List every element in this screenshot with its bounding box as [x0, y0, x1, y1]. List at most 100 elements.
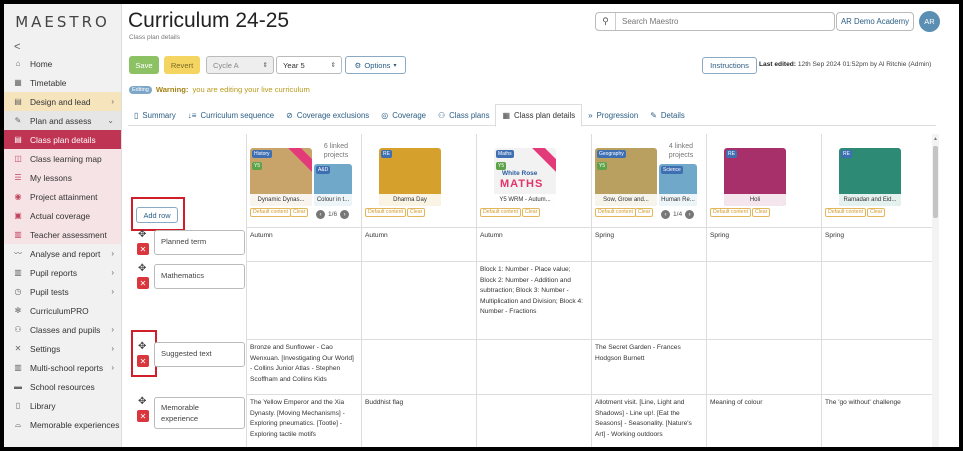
sidebar-item-pupil-reports[interactable]: ▥ Pupil reports ›: [4, 263, 121, 282]
teacher-assessment-icon: ▥: [14, 230, 22, 239]
project-thumbnail-secondary[interactable]: A&D Colour in t...: [314, 164, 352, 206]
grid-cell-text[interactable]: The Yellow Emperor and the Xia Dynasty. …: [250, 398, 357, 440]
revert-button[interactable]: Revert: [164, 56, 200, 74]
prev-page-icon[interactable]: ‹: [316, 210, 325, 219]
tab-coverage-exclusions[interactable]: ⊘ Coverage exclusions: [280, 104, 375, 126]
curriculumpro-icon: ✻: [14, 306, 22, 315]
sidebar-item-multi-school-reports[interactable]: ▥ Multi-school reports ›: [4, 358, 121, 377]
grid-cell-text[interactable]: Autumn: [250, 231, 357, 242]
sidebar-item-settings[interactable]: ✕ Settings ›: [4, 339, 121, 358]
school-selector-button[interactable]: AR Demo Academy: [836, 12, 914, 31]
row-divider: [246, 394, 936, 395]
row-label-input[interactable]: Memorable experience: [154, 397, 245, 429]
move-row-icon[interactable]: ✥: [138, 229, 146, 240]
collapse-sidebar-button[interactable]: <: [4, 40, 121, 54]
chevron-icon: ⌄: [107, 116, 114, 125]
instructions-button[interactable]: Instructions: [702, 57, 757, 74]
default-content-chip[interactable]: Default content: [710, 208, 751, 217]
tab-details[interactable]: ✎ Details: [644, 104, 691, 126]
save-button[interactable]: Save: [129, 56, 159, 74]
clear-chip[interactable]: Clear: [867, 208, 886, 217]
default-content-chip[interactable]: Default content: [825, 208, 866, 217]
sidebar-item-class-plan-details[interactable]: ▤ Class plan details: [4, 130, 121, 149]
clear-chip[interactable]: Clear: [290, 208, 309, 217]
sidebar-item-analyse-and-report[interactable]: 〰 Analyse and report ›: [4, 244, 121, 263]
project-thumbnail[interactable]: Geography Y5 Sow, Grow and...: [595, 148, 657, 206]
grid-cell-text[interactable]: Buddhist flag: [365, 398, 472, 409]
row-label-input[interactable]: Mathematics: [154, 264, 245, 289]
default-content-chip[interactable]: Default content: [480, 208, 521, 217]
grid-cell-text[interactable]: The 'go without' challenge: [825, 398, 932, 409]
sidebar-item-plan-and-assess[interactable]: ✎ Plan and assess ⌄: [4, 111, 121, 130]
sidebar-item-curriculumpro[interactable]: ✻ CurriculumPRO: [4, 301, 121, 320]
sidebar-item-teacher-assessment[interactable]: ▥ Teacher assessment: [4, 225, 121, 244]
delete-row-button[interactable]: ✕: [137, 410, 149, 422]
sidebar-item-library[interactable]: ▯ Library: [4, 396, 121, 415]
project-thumbnail[interactable]: Maths Y5 White Rose MATHS Y5 WRM - Autum...: [494, 148, 556, 206]
default-content-chip[interactable]: Default content: [595, 208, 636, 217]
year-select[interactable]: Year 5 ⇕: [276, 56, 342, 74]
tab-label: Progression: [596, 110, 639, 120]
tab-progression[interactable]: » Progression: [582, 104, 644, 126]
scroll-up-arrow-icon[interactable]: ▲: [932, 136, 939, 142]
sidebar-item-school-resources[interactable]: ▬ School resources: [4, 377, 121, 396]
grid-cell-text[interactable]: Meaning of colour: [710, 398, 817, 409]
project-thumbnail-secondary[interactable]: Science Human Re...: [659, 164, 697, 206]
sidebar-item-project-attainment[interactable]: ◉ Project attainment: [4, 187, 121, 206]
sidebar-item-home[interactable]: ⌂ Home: [4, 54, 121, 73]
tab-class-plans[interactable]: ⚇ Class plans: [432, 104, 495, 126]
user-avatar[interactable]: AR: [919, 11, 940, 32]
grid-cell-text[interactable]: Bronze and Sunflower - Cao Wenxuan. [Inv…: [250, 343, 357, 385]
grid-cell-text[interactable]: Autumn: [480, 231, 587, 242]
delete-row-button[interactable]: ✕: [137, 355, 149, 367]
sidebar-item-timetable[interactable]: ▦ Timetable: [4, 73, 121, 92]
tab-curriculum-sequence[interactable]: ↓≡ Curriculum sequence: [182, 104, 280, 126]
grid-cell-text[interactable]: The Secret Garden - Frances Hodgson Burn…: [595, 343, 702, 364]
grid-cell-text[interactable]: Spring: [595, 231, 702, 242]
project-thumbnail[interactable]: RE Dharma Day: [379, 148, 441, 206]
grid-cell-text[interactable]: Autumn: [365, 231, 472, 242]
scrollbar-thumb[interactable]: [933, 146, 938, 218]
project-thumbnail[interactable]: History Y5 Dynamic Dynas...: [250, 148, 312, 206]
grid-cell-text[interactable]: Allotment visit. [Line, Light and Shadow…: [595, 398, 702, 440]
grid-cell-text[interactable]: Block 1: Number - Place value; Block 2: …: [480, 265, 587, 318]
grid-cell-text[interactable]: Spring: [710, 231, 817, 242]
search-input[interactable]: [616, 17, 826, 26]
prev-page-icon[interactable]: ‹: [661, 210, 670, 219]
clear-chip[interactable]: Clear: [752, 208, 771, 217]
sidebar-item-my-lessons[interactable]: ☰ My lessons: [4, 168, 121, 187]
default-content-chip[interactable]: Default content: [365, 208, 406, 217]
move-row-icon[interactable]: ✥: [138, 341, 146, 352]
sidebar-item-design-and-lead[interactable]: ▤ Design and lead ›: [4, 92, 121, 111]
cycle-select[interactable]: Cycle A ⇕: [206, 56, 274, 74]
clear-chip[interactable]: Clear: [522, 208, 541, 217]
default-content-chip[interactable]: Default content: [250, 208, 291, 217]
move-row-icon[interactable]: ✥: [138, 263, 146, 274]
tab-class-plan-details[interactable]: ▦ Class plan details: [495, 104, 583, 127]
delete-row-button[interactable]: ✕: [137, 243, 149, 255]
row-label-input[interactable]: Planned term: [154, 230, 245, 255]
delete-row-button[interactable]: ✕: [137, 277, 149, 289]
column-divider: [361, 134, 362, 447]
search-icon[interactable]: ⚲: [596, 13, 616, 30]
sidebar-item-classes-and-pupils[interactable]: ⚇ Classes and pupils ›: [4, 320, 121, 339]
sidebar-item-class-learning-map[interactable]: ◫ Class learning map: [4, 149, 121, 168]
grid-cell-text[interactable]: Spring: [825, 231, 932, 242]
vertical-scrollbar[interactable]: ▲: [932, 134, 939, 447]
next-page-icon[interactable]: ›: [340, 210, 350, 219]
clear-chip[interactable]: Clear: [635, 208, 654, 217]
sidebar-item-pupil-tests[interactable]: ◷ Pupil tests ›: [4, 282, 121, 301]
move-row-icon[interactable]: ✥: [138, 396, 146, 407]
sidebar-item-label: CurriculumPRO: [30, 305, 89, 316]
sidebar-item-actual-coverage[interactable]: ▣ Actual coverage: [4, 206, 121, 225]
options-dropdown-button[interactable]: ⚙ Options ▾: [345, 56, 406, 74]
tab-coverage[interactable]: ◎ Coverage: [375, 104, 432, 126]
project-thumbnail[interactable]: RE Ramadan and Eid...: [839, 148, 901, 206]
sidebar-item-memorable-experiences[interactable]: ⌓ Memorable experiences: [4, 415, 121, 434]
tab-summary[interactable]: ▯ Summary: [128, 104, 182, 126]
clear-chip[interactable]: Clear: [407, 208, 426, 217]
row-label-input[interactable]: Suggested text: [154, 342, 245, 367]
next-page-icon[interactable]: ›: [685, 210, 695, 219]
maestro-logo[interactable]: MAESTRO: [4, 4, 121, 40]
project-thumbnail[interactable]: RE Holi: [724, 148, 786, 206]
